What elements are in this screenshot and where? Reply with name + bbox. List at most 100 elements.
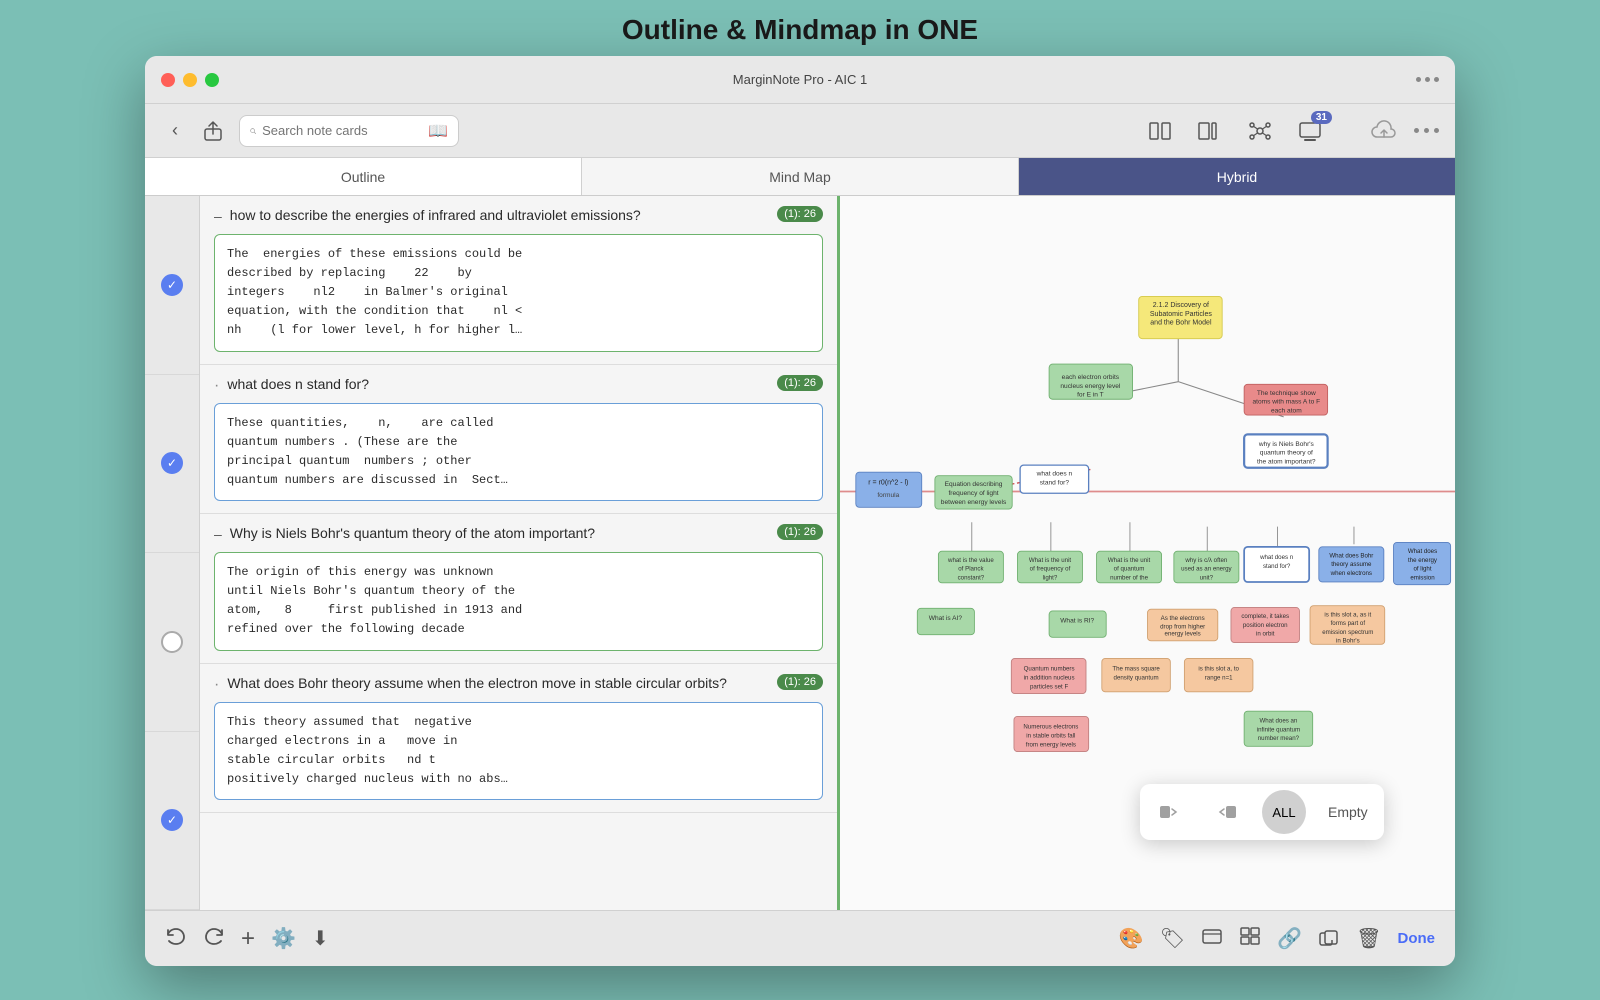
toolbar-right xyxy=(1368,115,1439,147)
history-controls: + ⚙️ ⬇ xyxy=(165,925,329,953)
view-tabs: Outline Mind Map Hybrid xyxy=(145,158,1455,196)
svg-text:the energy: the energy xyxy=(1408,557,1438,564)
svg-text:What is the unit: What is the unit xyxy=(1108,557,1151,564)
note-question-2: what does n stand for? xyxy=(227,375,769,395)
svg-text:What does an: What does an xyxy=(1259,718,1297,725)
svg-text:in Bohr's: in Bohr's xyxy=(1336,638,1360,645)
traffic-lights xyxy=(161,73,219,87)
check-icon-4: ✓ xyxy=(161,809,183,831)
svg-text:the atom important?: the atom important? xyxy=(1257,458,1316,465)
svg-text:What does: What does xyxy=(1408,548,1437,555)
svg-text:What does Bohr: What does Bohr xyxy=(1329,552,1373,559)
titlebar: MarginNote Pro - AIC 1 xyxy=(145,56,1455,104)
svg-text:energy levels: energy levels xyxy=(1165,631,1201,638)
checkbox-column: ✓ ✓ ✓ xyxy=(145,196,200,910)
move-left-button[interactable] xyxy=(1140,784,1198,840)
search-box[interactable]: 📖 xyxy=(239,115,459,147)
svg-text:what is the value: what is the value xyxy=(947,557,994,564)
notifications-button[interactable]: 31 xyxy=(1294,115,1326,147)
tab-hybrid[interactable]: Hybrid xyxy=(1019,158,1455,195)
svg-text:each atom: each atom xyxy=(1271,407,1302,414)
all-filter-button[interactable]: ALL xyxy=(1262,790,1306,834)
collapse-icon-1[interactable]: – xyxy=(214,208,222,224)
library-button[interactable] xyxy=(1144,115,1176,147)
add-button[interactable]: + xyxy=(241,925,255,953)
svg-text:frequency of light: frequency of light xyxy=(948,490,998,497)
svg-text:theory assume: theory assume xyxy=(1331,561,1372,568)
palette-button[interactable]: 🎨 xyxy=(1119,926,1144,951)
svg-text:number mean?: number mean? xyxy=(1258,735,1300,742)
svg-text:position electron: position electron xyxy=(1243,622,1288,629)
dot-icon-4[interactable]: · xyxy=(214,676,219,694)
trash-button[interactable]: 🗑 xyxy=(1356,926,1381,951)
svg-text:in stable orbits fall: in stable orbits fall xyxy=(1026,733,1075,740)
copy-button[interactable] xyxy=(1318,926,1340,952)
svg-text:What is RI?: What is RI? xyxy=(1060,617,1094,624)
more-dots[interactable] xyxy=(1414,128,1439,133)
svg-text:number of the: number of the xyxy=(1110,574,1148,581)
svg-text:r = r0(n^2 - l): r = r0(n^2 - l) xyxy=(868,479,908,486)
notification-badge: 31 xyxy=(1311,111,1332,124)
check-icon-2: ✓ xyxy=(161,452,183,474)
empty-filter-button[interactable]: Empty xyxy=(1312,784,1384,840)
svg-text:What is the unit: What is the unit xyxy=(1029,557,1072,564)
done-button[interactable]: Done xyxy=(1398,930,1436,947)
share-button[interactable] xyxy=(199,117,227,145)
dot-icon-2[interactable]: · xyxy=(214,377,219,395)
svg-text:why is c/λ often: why is c/λ often xyxy=(1184,557,1228,564)
svg-text:complete, it takes: complete, it takes xyxy=(1241,613,1289,620)
checkbox-3[interactable] xyxy=(145,553,199,732)
svg-text:between energy levels: between energy levels xyxy=(941,499,1007,506)
svg-text:infinite quantum: infinite quantum xyxy=(1257,726,1300,733)
settings-button[interactable]: ⚙️ xyxy=(271,926,296,951)
app-window: MarginNote Pro - AIC 1 ‹ xyxy=(145,56,1455,966)
more-options[interactable] xyxy=(1416,77,1439,82)
cloud-sync-button[interactable] xyxy=(1368,115,1400,147)
check-icon-1: ✓ xyxy=(161,274,183,296)
move-right-button[interactable] xyxy=(1198,784,1256,840)
tags-button[interactable]: 🏷 xyxy=(1160,926,1185,951)
close-button[interactable] xyxy=(161,73,175,87)
svg-text:for E in T: for E in T xyxy=(1077,392,1104,399)
checkbox-4[interactable]: ✓ xyxy=(145,732,199,911)
search-icon xyxy=(250,124,256,138)
link-button[interactable]: 🔗 xyxy=(1277,926,1302,951)
window-title: MarginNote Pro - AIC 1 xyxy=(733,72,867,87)
svg-text:2.1.2 Discovery of: 2.1.2 Discovery of xyxy=(1153,302,1209,309)
fullscreen-button[interactable] xyxy=(205,73,219,87)
mindmap-button[interactable] xyxy=(1244,115,1276,147)
checkbox-2[interactable]: ✓ xyxy=(145,375,199,554)
outline-panel: – how to describe the energies of infrar… xyxy=(200,196,840,910)
svg-text:drop from higher: drop from higher xyxy=(1160,624,1205,631)
back-button[interactable]: ‹ xyxy=(161,117,189,145)
redo-button[interactable] xyxy=(203,926,225,952)
outline-view-button[interactable] xyxy=(1194,115,1226,147)
svg-text:stand for?: stand for? xyxy=(1263,563,1291,570)
svg-text:atoms with mass A to F: atoms with mass A to F xyxy=(1252,399,1320,406)
svg-text:is this slot a, as it: is this slot a, as it xyxy=(1324,611,1371,618)
checkbox-1[interactable]: ✓ xyxy=(145,196,199,375)
svg-text:constant?: constant? xyxy=(958,574,985,581)
collapse-icon-3[interactable]: – xyxy=(214,526,222,542)
svg-text:formula: formula xyxy=(877,492,899,499)
svg-text:As the electrons: As the electrons xyxy=(1161,615,1205,622)
search-input[interactable] xyxy=(262,123,422,138)
note-body-2: These quantities, n, are called quantum … xyxy=(214,403,823,502)
grid-button[interactable] xyxy=(1239,926,1261,952)
note-header-4: · What does Bohr theory assume when the … xyxy=(214,674,823,694)
minimize-button[interactable] xyxy=(183,73,197,87)
svg-text:each electron orbits: each electron orbits xyxy=(1062,374,1120,381)
tab-mindmap[interactable]: Mind Map xyxy=(582,158,1019,195)
tab-outline[interactable]: Outline xyxy=(145,158,582,195)
svg-text:light?: light? xyxy=(1043,574,1058,581)
book-icon: 📖 xyxy=(428,121,448,141)
undo-button[interactable] xyxy=(165,926,187,952)
note-header-3: – Why is Niels Bohr's quantum theory of … xyxy=(214,524,823,544)
svg-text:What is AI?: What is AI? xyxy=(929,615,963,622)
svg-text:of frequency of: of frequency of xyxy=(1030,566,1071,573)
toolbar: ‹ 📖 xyxy=(145,104,1455,158)
svg-text:nucleus energy level: nucleus energy level xyxy=(1060,383,1121,390)
action-icons: 🎨 🏷 🔗 xyxy=(1119,926,1435,952)
download-button[interactable]: ⬇ xyxy=(312,926,329,951)
cards-button[interactable] xyxy=(1201,926,1223,952)
